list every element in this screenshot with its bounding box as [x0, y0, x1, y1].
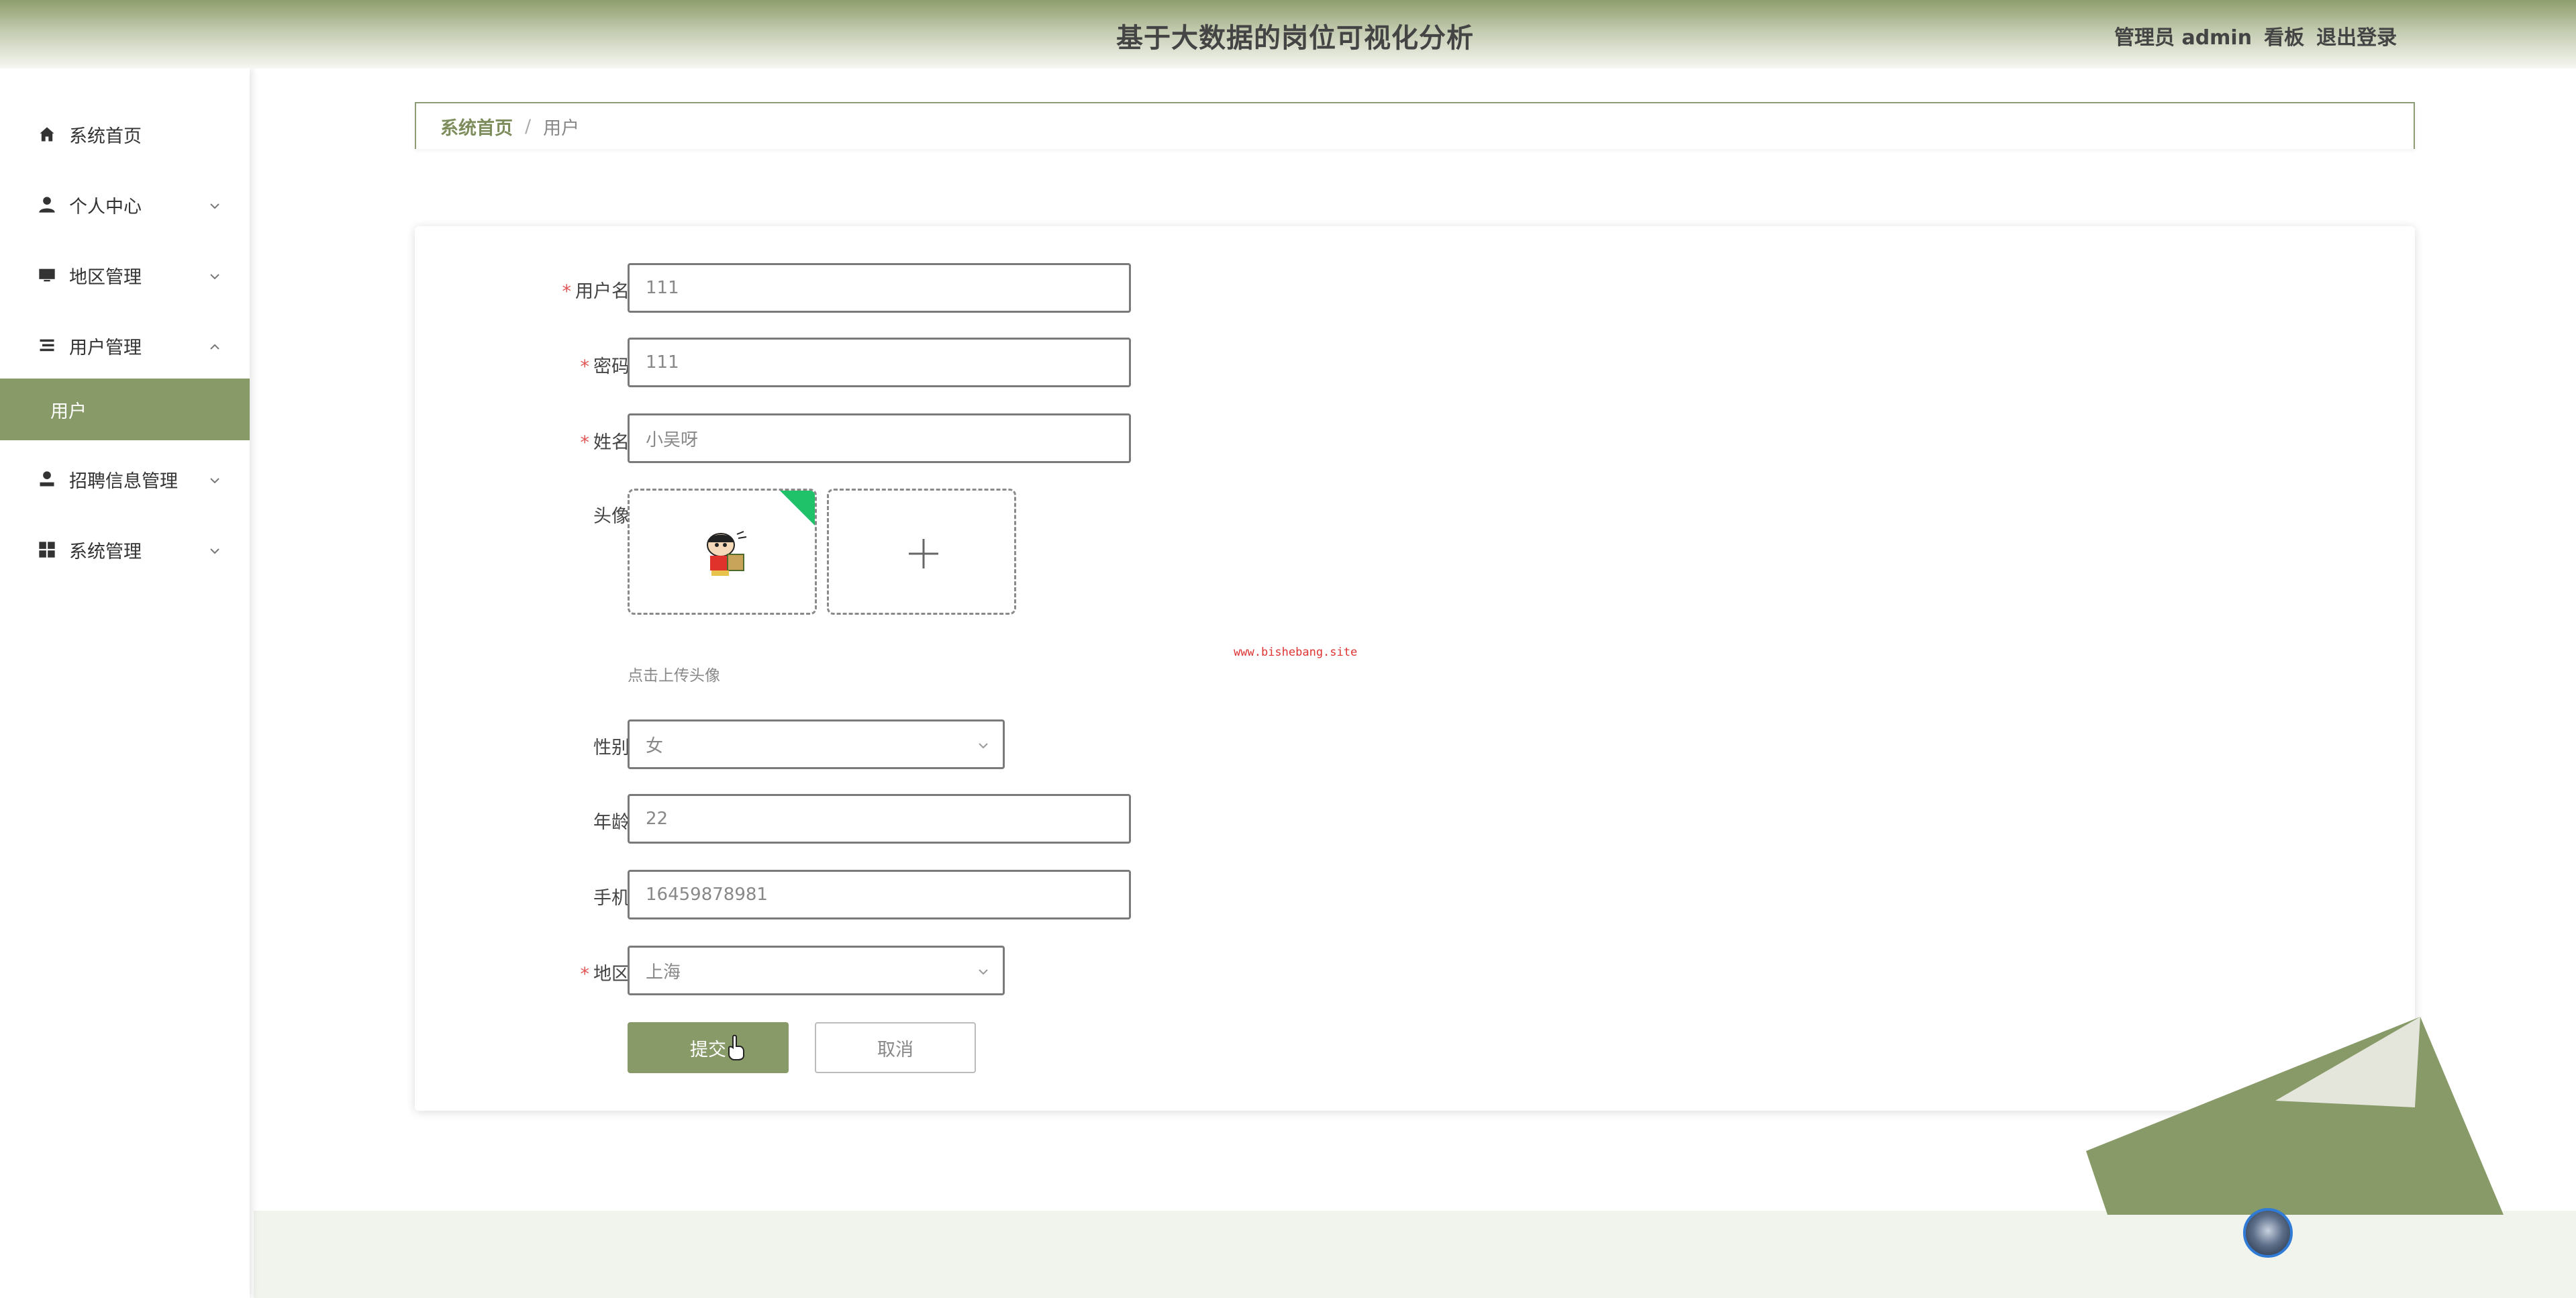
sidebar-item-label: 招聘信息管理: [69, 470, 178, 492]
current-user-label: 管理员 admin: [2114, 26, 2252, 50]
required-mark: *: [562, 281, 572, 302]
phone-input[interactable]: 16459878981: [628, 870, 1131, 919]
sidebar-item-label: 个人中心: [69, 196, 142, 217]
password-label: * 密码: [580, 356, 630, 377]
required-mark: *: [580, 964, 590, 985]
gender-select[interactable]: 女: [628, 719, 1005, 769]
plus-icon: [906, 536, 941, 571]
gender-selected-value: 女: [646, 736, 664, 756]
sidebar-item-user-management[interactable]: 用户管理: [0, 315, 250, 377]
region-label: * 地区: [580, 964, 630, 985]
sidebar-subitem-user[interactable]: 用户: [0, 379, 250, 440]
monitor-icon: [37, 265, 57, 285]
sidebar-item-personal-center[interactable]: 个人中心: [0, 174, 250, 236]
chevron-down-icon: [208, 267, 221, 281]
submit-button[interactable]: 提交: [628, 1022, 789, 1073]
region-selected-value: 上海: [646, 962, 681, 983]
sidebar-item-recruitment-management[interactable]: 招聘信息管理: [0, 448, 250, 510]
sidebar-item-label: 系统管理: [69, 541, 142, 562]
password-input[interactable]: 111: [628, 338, 1131, 387]
chevron-down-icon: [208, 471, 221, 485]
recruit-icon: [37, 469, 57, 489]
sidebar-item-home[interactable]: 系统首页: [0, 103, 250, 165]
breadcrumb-current: 用户: [543, 117, 580, 139]
board-link[interactable]: 看板: [2264, 21, 2304, 50]
avatar-preview[interactable]: [628, 489, 817, 615]
app-title: 基于大数据的岗位可视化分析: [1116, 23, 1474, 54]
chevron-down-icon: [976, 738, 991, 752]
username-label: * 用户名: [562, 281, 630, 302]
avatar-upload-button[interactable]: [827, 489, 1016, 615]
user-form-card: * 用户名 111 * 密码 111 * 姓名 小吴呀 头像 点击上传头像 ww…: [415, 226, 2415, 1111]
sidebar-item-label: 系统首页: [69, 126, 142, 147]
sidebar-item-region-management[interactable]: 地区管理: [0, 244, 250, 306]
app-root: 基于大数据的岗位可视化分析 管理员 admin 看板 退出登录 系统首页 个人中…: [0, 0, 2576, 1298]
list-icon: [37, 336, 57, 356]
avatar-image: [707, 531, 747, 576]
age-label: 年龄: [593, 812, 630, 833]
age-input[interactable]: 22: [628, 794, 1131, 844]
cancel-button[interactable]: 取消: [815, 1022, 976, 1073]
sidebar: 系统首页 个人中心 地区管理 用户管理 用户 招聘信息管理 系统管理: [0, 68, 250, 1298]
breadcrumb-separator: /: [525, 115, 532, 137]
required-mark: *: [580, 356, 590, 377]
hand-cursor-icon: [728, 1034, 744, 1060]
upload-success-badge: [779, 491, 815, 527]
avatar-label: 头像: [593, 506, 630, 527]
sidebar-item-label: 地区管理: [69, 266, 142, 288]
sidebar-item-label: 用户管理: [69, 337, 142, 358]
breadcrumb-home-link[interactable]: 系统首页: [440, 113, 513, 140]
region-select[interactable]: 上海: [628, 946, 1005, 995]
chevron-down-icon: [208, 542, 221, 555]
required-mark: *: [580, 432, 590, 453]
logout-link[interactable]: 退出登录: [2316, 21, 2397, 50]
phone-label: 手机: [593, 888, 630, 909]
floating-assistant-avatar[interactable]: [2243, 1208, 2293, 1258]
sidebar-item-system-management[interactable]: 系统管理: [0, 519, 250, 581]
watermark-text: www.bishebang.site: [1234, 646, 1358, 659]
header-actions: 管理员 admin 看板 退出登录: [2114, 21, 2397, 50]
chevron-up-icon: [208, 338, 221, 351]
home-icon: [37, 124, 57, 144]
chevron-down-icon: [208, 197, 221, 210]
name-label: * 姓名: [580, 432, 630, 453]
footer-band: [254, 1211, 2576, 1298]
grid-icon: [37, 540, 57, 560]
username-input[interactable]: 111: [628, 263, 1131, 313]
user-icon: [37, 195, 57, 215]
chevron-down-icon: [976, 964, 991, 979]
upload-tip: 点击上传头像: [628, 667, 720, 685]
name-input[interactable]: 小吴呀: [628, 413, 1131, 463]
gender-label: 性别: [593, 738, 630, 758]
breadcrumb: 系统首页 / 用户: [415, 102, 2415, 149]
top-header: 基于大数据的岗位可视化分析 管理员 admin 看板 退出登录: [0, 0, 2576, 68]
